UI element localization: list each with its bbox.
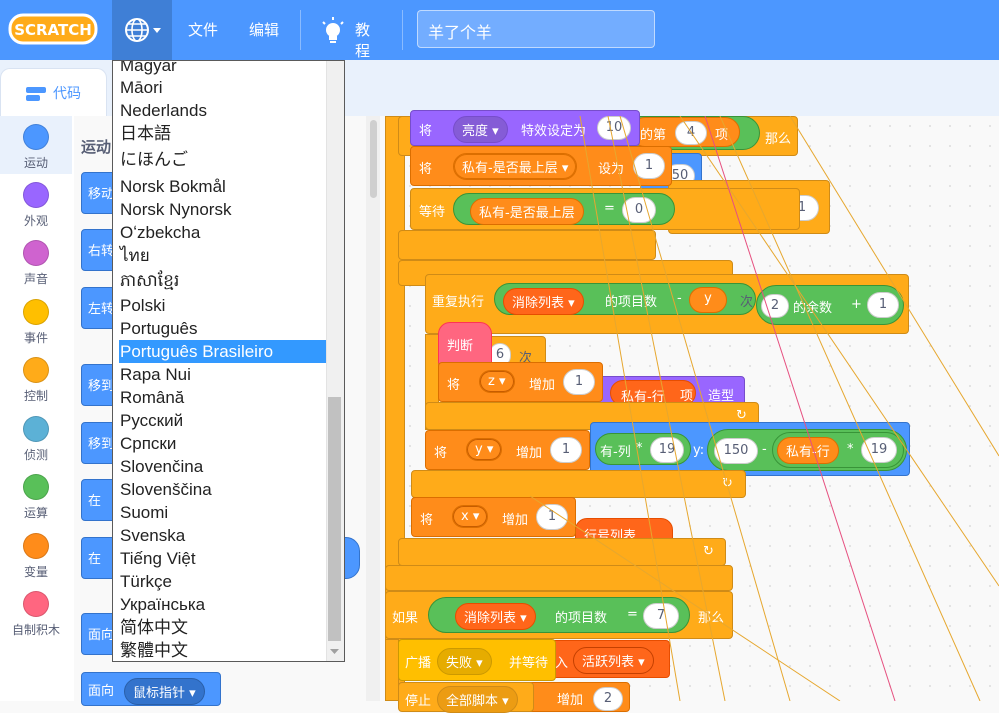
language-option[interactable]: Српски: [119, 432, 326, 455]
language-option[interactable]: Magyar: [119, 61, 326, 77]
language-option[interactable]: Nederlands: [119, 99, 326, 122]
language-option[interactable]: Suomi: [119, 501, 326, 524]
category-events-dot: [23, 299, 49, 325]
language-option[interactable]: Tiếng Việt: [119, 547, 326, 570]
lightbulb-icon: [322, 17, 344, 43]
scratch-logo[interactable]: SCRATCH: [8, 12, 98, 46]
category-operators-dot: [23, 474, 49, 500]
category-label: 外观: [23, 214, 48, 228]
tab-code[interactable]: 代码: [0, 68, 107, 116]
language-option[interactable]: ភាសាខ្មែរ: [119, 269, 326, 292]
tab-code-label: 代码: [53, 86, 81, 102]
language-option[interactable]: Norsk Nynorsk: [119, 198, 326, 221]
palette-scrollbar[interactable]: [366, 116, 380, 701]
category-my-blocks[interactable]: 自制积木: [0, 583, 72, 641]
language-option[interactable]: 繁體中文: [119, 639, 326, 661]
language-option[interactable]: Română: [119, 386, 326, 409]
category-looks-dot: [23, 182, 49, 208]
language-option[interactable]: 简体中文: [119, 616, 326, 639]
category-looks[interactable]: 外观: [0, 174, 72, 232]
category-menu: 运动 外观 声音 事件 控制 侦测 运算 变量 自制积木: [0, 116, 75, 701]
palette-block-label: 面向: [88, 684, 115, 699]
category-sensing-dot: [23, 416, 49, 442]
category-label: 声音: [23, 272, 48, 286]
language-option[interactable]: Māori: [119, 76, 326, 99]
category-motion[interactable]: 运动: [0, 116, 72, 174]
menu-divider: [402, 10, 403, 50]
language-option[interactable]: Slovenščina: [119, 478, 326, 501]
dropdown-scrollbar-thumb[interactable]: [328, 397, 341, 641]
language-menu-button[interactable]: [112, 0, 172, 60]
category-label: 侦测: [23, 448, 48, 462]
language-option[interactable]: Türkçe: [119, 570, 326, 593]
language-option[interactable]: Українська: [119, 593, 326, 616]
category-sensing[interactable]: 侦测: [0, 408, 72, 466]
language-option[interactable]: Svenska: [119, 524, 326, 547]
language-option[interactable]: Русский: [119, 409, 326, 432]
category-label: 控制: [23, 389, 48, 403]
category-control[interactable]: 控制: [0, 349, 72, 407]
category-motion-dot: [23, 124, 49, 150]
category-label: 变量: [23, 565, 48, 579]
language-option-selected[interactable]: Português Brasileiro: [119, 340, 326, 363]
scroll-down-arrow-icon[interactable]: [326, 641, 343, 661]
palette-scrollbar-thumb[interactable]: [370, 120, 377, 198]
category-variables-dot: [23, 533, 49, 559]
edit-menu[interactable]: 编辑: [249, 19, 279, 40]
category-events[interactable]: 事件: [0, 291, 72, 349]
palette-category-title: 运动: [81, 138, 112, 156]
language-dropdown[interactable]: Magyar Māori Nederlands 日本語 にほんご Norsk B…: [112, 60, 345, 662]
globe-icon: [125, 18, 161, 42]
language-option[interactable]: Norsk Bokmål: [119, 175, 326, 198]
category-label: 运算: [23, 506, 48, 520]
language-option[interactable]: にほんご: [119, 148, 326, 171]
menu-divider: [300, 10, 301, 50]
language-option[interactable]: ไทย: [119, 244, 326, 267]
category-label: 事件: [23, 331, 48, 345]
svg-text:SCRATCH: SCRATCH: [14, 21, 92, 39]
language-option[interactable]: Slovenčina: [119, 455, 326, 478]
category-sound[interactable]: 声音: [0, 232, 72, 290]
language-option[interactable]: Rapa Nui: [119, 363, 326, 386]
category-sound-dot: [23, 240, 49, 266]
file-menu[interactable]: 文件: [188, 19, 218, 40]
category-operators[interactable]: 运算: [0, 466, 72, 524]
category-variables[interactable]: 变量: [0, 525, 72, 583]
towards-value: 鼠标指针: [133, 686, 186, 701]
project-title-input[interactable]: 羊了个羊: [417, 10, 655, 48]
language-option[interactable]: Português: [119, 317, 326, 340]
tutorials-label: 教程: [355, 21, 371, 60]
language-option[interactable]: Oʻzbekcha: [119, 221, 326, 244]
category-label: 自制积木: [11, 623, 60, 637]
code-blocks-icon: [26, 87, 46, 101]
pen-trace-lines: [529, 116, 999, 701]
language-option[interactable]: 日本語: [119, 122, 326, 145]
category-label: 运动: [23, 156, 48, 170]
category-my-blocks-dot: [23, 591, 49, 617]
language-option[interactable]: Polski: [119, 294, 326, 317]
category-control-dot: [23, 357, 49, 383]
